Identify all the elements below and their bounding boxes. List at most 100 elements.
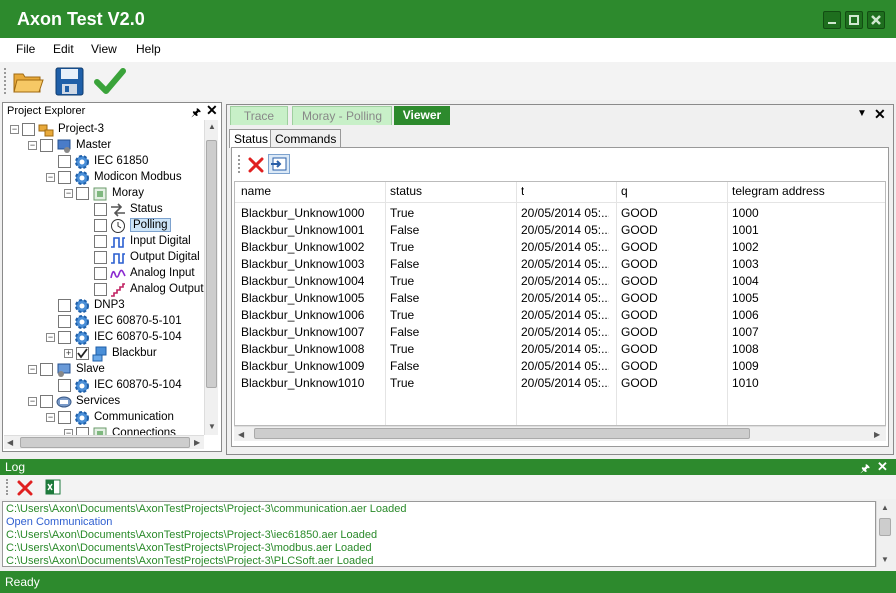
grid-hscroll-thumb[interactable]: [254, 428, 750, 439]
checkmark-icon[interactable]: [94, 65, 126, 97]
tree-checkbox[interactable]: [40, 139, 53, 152]
column-header[interactable]: name: [241, 184, 271, 198]
tree-checkbox[interactable]: [58, 331, 71, 344]
tree-checkbox[interactable]: [22, 123, 35, 136]
tree-hscroll-thumb[interactable]: [20, 437, 190, 448]
export-icon[interactable]: [268, 154, 290, 174]
log-scroll-thumb[interactable]: [879, 518, 891, 536]
column-header[interactable]: q: [621, 184, 628, 198]
tree-item[interactable]: Analog Input: [4, 266, 204, 282]
column-header[interactable]: t: [521, 184, 524, 198]
table-row[interactable]: Blackbur_Unknow1005 False 20/05/2014 05:..…: [235, 289, 885, 306]
tree-checkbox[interactable]: [58, 299, 71, 312]
open-folder-icon[interactable]: [12, 65, 44, 97]
tree-item[interactable]: IEC 60870-5-101: [4, 314, 204, 330]
tree-checkbox[interactable]: [40, 395, 53, 408]
tree-item[interactable]: IEC 61850: [4, 154, 204, 170]
table-row[interactable]: Blackbur_Unknow1010 True 20/05/2014 05:...…: [235, 374, 885, 391]
table-row[interactable]: Blackbur_Unknow1007 False 20/05/2014 05:..…: [235, 323, 885, 340]
expand-toggle[interactable]: −: [46, 413, 55, 422]
table-row[interactable]: Blackbur_Unknow1003 False 20/05/2014 05:..…: [235, 255, 885, 272]
tree-item[interactable]: Status: [4, 202, 204, 218]
menu-view[interactable]: View: [91, 42, 117, 56]
tree-item[interactable]: IEC 60870-5-104: [4, 378, 204, 394]
tree-horizontal-scrollbar[interactable]: ◀ ▶: [4, 435, 204, 449]
tree-checkbox[interactable]: [94, 203, 107, 216]
tree-checkbox[interactable]: [76, 187, 89, 200]
tree-item[interactable]: − Communication: [4, 410, 204, 426]
menu-edit[interactable]: Edit: [53, 42, 74, 56]
tree-checkbox[interactable]: [58, 379, 71, 392]
column-header[interactable]: telegram address: [732, 184, 825, 198]
menu-file[interactable]: File: [16, 42, 35, 56]
expand-toggle[interactable]: −: [64, 189, 73, 198]
tree-checkbox[interactable]: [94, 267, 107, 280]
delete-icon[interactable]: [247, 156, 265, 174]
table-row[interactable]: Blackbur_Unknow1009 False 20/05/2014 05:..…: [235, 357, 885, 374]
tree-checkbox[interactable]: [58, 171, 71, 184]
clear-log-icon[interactable]: [16, 479, 34, 497]
tree-checkbox[interactable]: [76, 427, 89, 435]
table-row[interactable]: Blackbur_Unknow1004 True 20/05/2014 05:...…: [235, 272, 885, 289]
log-vertical-scrollbar[interactable]: ▲ ▼: [876, 501, 892, 567]
toolbar-grip[interactable]: [4, 68, 6, 94]
menu-help[interactable]: Help: [136, 42, 161, 56]
tree-checkbox[interactable]: [58, 315, 71, 328]
grid-toolbar-grip[interactable]: [238, 155, 240, 173]
tab-viewer[interactable]: Viewer: [394, 106, 450, 125]
expand-toggle[interactable]: −: [10, 125, 19, 134]
table-row[interactable]: Blackbur_Unknow1000 True 20/05/2014 05:...…: [235, 204, 885, 221]
tree-checkbox[interactable]: [76, 347, 89, 360]
tab-dropdown-icon[interactable]: ▼: [857, 108, 867, 119]
table-row[interactable]: Blackbur_Unknow1006 True 20/05/2014 05:...…: [235, 306, 885, 323]
minimize-button[interactable]: [823, 11, 841, 29]
tab-moray-polling[interactable]: Moray - Polling: [292, 106, 392, 125]
table-row[interactable]: Blackbur_Unknow1002 True 20/05/2014 05:...…: [235, 238, 885, 255]
close-window-button[interactable]: [867, 11, 885, 29]
subtab-commands[interactable]: Commands: [270, 129, 342, 147]
expand-toggle[interactable]: −: [28, 397, 37, 406]
tree-item[interactable]: − IEC 60870-5-104: [4, 330, 204, 346]
tree-scroll-thumb[interactable]: [206, 140, 217, 388]
tree-item[interactable]: − Moray: [4, 186, 204, 202]
tree-item[interactable]: Analog Output: [4, 282, 204, 298]
tree-checkbox[interactable]: [94, 251, 107, 264]
grid-horizontal-scrollbar[interactable]: ◀ ▶: [234, 426, 886, 441]
excel-export-icon[interactable]: [44, 478, 62, 496]
tree-item[interactable]: − Services: [4, 394, 204, 410]
close-icon[interactable]: ✕: [206, 102, 218, 119]
maximize-button[interactable]: [845, 11, 863, 29]
tree-checkbox[interactable]: [58, 411, 71, 424]
expand-toggle[interactable]: −: [46, 333, 55, 342]
log-close-icon[interactable]: ✕: [877, 459, 888, 475]
tree-item[interactable]: − Modicon Modbus: [4, 170, 204, 186]
expand-toggle[interactable]: −: [28, 141, 37, 150]
tree-checkbox[interactable]: [94, 283, 107, 296]
log-toolbar-grip[interactable]: [6, 479, 8, 495]
tree-checkbox[interactable]: [94, 219, 107, 232]
close-tab-icon[interactable]: ✕: [874, 106, 886, 123]
expand-toggle[interactable]: −: [46, 173, 55, 182]
tree-item[interactable]: Output Digital: [4, 250, 204, 266]
tree-item[interactable]: − Connections: [4, 426, 204, 435]
tree-item[interactable]: − Master: [4, 138, 204, 154]
tab-trace[interactable]: Trace: [230, 106, 288, 125]
expand-toggle[interactable]: −: [28, 365, 37, 374]
table-row[interactable]: Blackbur_Unknow1008 True 20/05/2014 05:...…: [235, 340, 885, 357]
tree-vertical-scrollbar[interactable]: ▲ ▼: [204, 120, 218, 435]
save-icon[interactable]: [54, 65, 86, 97]
tree-item[interactable]: − Project-3: [4, 122, 204, 138]
tree-item[interactable]: DNP3: [4, 298, 204, 314]
tree-item[interactable]: Polling: [4, 218, 204, 234]
table-row[interactable]: Blackbur_Unknow1001 False 20/05/2014 05:..…: [235, 221, 885, 238]
column-header[interactable]: status: [390, 184, 422, 198]
tree-item[interactable]: Input Digital: [4, 234, 204, 250]
tree-checkbox[interactable]: [94, 235, 107, 248]
tree-checkbox[interactable]: [58, 155, 71, 168]
table-cell: GOOD: [621, 308, 658, 322]
expand-toggle[interactable]: +: [64, 349, 73, 358]
tree-item[interactable]: − Slave: [4, 362, 204, 378]
tree-item[interactable]: + Blackbur: [4, 346, 204, 362]
subtab-status[interactable]: Status: [229, 129, 274, 148]
tree-checkbox[interactable]: [40, 363, 53, 376]
